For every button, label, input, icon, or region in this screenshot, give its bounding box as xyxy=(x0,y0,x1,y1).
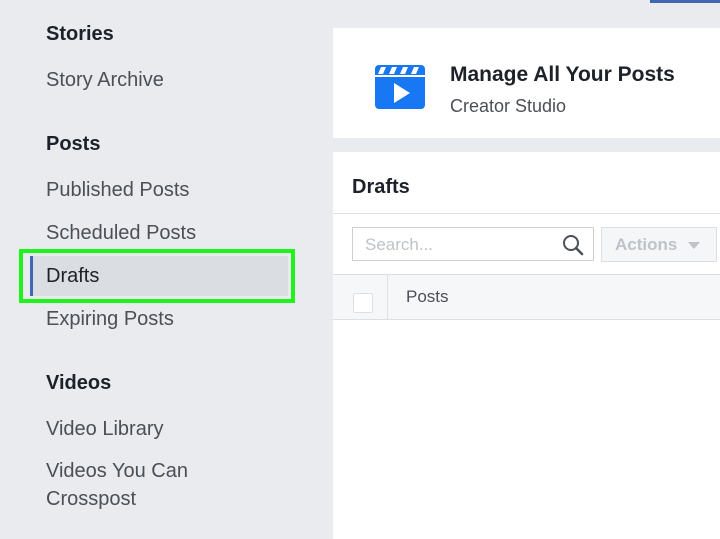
sidebar-item-story-archive[interactable]: Story Archive xyxy=(46,69,164,92)
search-icon[interactable] xyxy=(562,234,584,256)
chevron-down-icon xyxy=(688,242,700,249)
creator-studio-title: Manage All Your Posts xyxy=(450,63,675,86)
sidebar: Stories Story Archive Posts Published Po… xyxy=(0,0,333,539)
search-placeholder: Search... xyxy=(365,235,434,254)
sidebar-item-published-posts[interactable]: Published Posts xyxy=(46,179,189,202)
column-header-posts[interactable]: Posts xyxy=(406,287,449,307)
sidebar-item-video-library[interactable]: Video Library xyxy=(46,418,163,441)
section-heading-posts: Posts xyxy=(46,133,101,155)
topbar-accent xyxy=(650,0,720,3)
section-heading-stories: Stories xyxy=(46,23,114,45)
sidebar-item-videos-crosspost-line1[interactable]: Videos You Can xyxy=(46,460,188,483)
sidebar-item-scheduled-posts[interactable]: Scheduled Posts xyxy=(46,222,196,245)
section-heading-videos: Videos xyxy=(46,372,112,394)
drafts-title: Drafts xyxy=(352,176,410,198)
sidebar-item-expiring-posts[interactable]: Expiring Posts xyxy=(46,308,174,331)
select-all-checkbox[interactable] xyxy=(353,293,373,313)
table-header: Posts xyxy=(333,275,720,319)
search-input[interactable]: Search... xyxy=(352,227,594,261)
column-separator xyxy=(387,275,388,319)
divider xyxy=(333,213,720,214)
creator-studio-card[interactable]: Manage All Your Posts Creator Studio xyxy=(333,28,720,138)
actions-dropdown[interactable]: Actions xyxy=(601,227,717,262)
sidebar-item-videos-crosspost-line2[interactable]: Crosspost xyxy=(46,488,136,511)
drafts-panel: Drafts Search... Actions Posts xyxy=(333,152,720,539)
creator-studio-subtitle: Creator Studio xyxy=(450,96,567,116)
divider xyxy=(333,319,720,320)
clapperboard-play-icon xyxy=(375,65,425,109)
highlight-box xyxy=(19,249,295,303)
actions-label: Actions xyxy=(615,235,678,254)
